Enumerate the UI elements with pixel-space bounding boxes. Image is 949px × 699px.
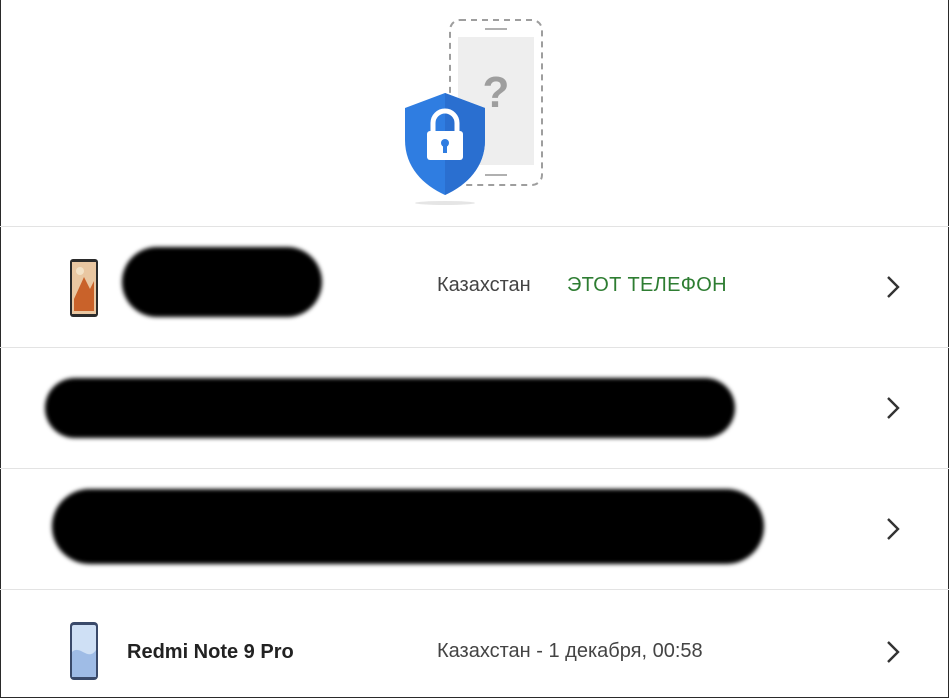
this-phone-badge: ЭТОТ ТЕЛЕФОН [567,274,727,296]
device-row[interactable] [0,468,949,589]
phone-thumbnail-icon [70,259,98,317]
shield-lock-phone-icon: ? [405,19,543,205]
device-name: Redmi Note 9 Pro [127,641,294,663]
device-row[interactable]: Redmi Note 9 Pro Казахстан - 1 декабря, … [0,589,949,699]
security-illustration: ? [0,0,949,226]
redacted-device-info [52,489,764,564]
redacted-device-name [122,247,322,317]
device-region: Казахстан [437,274,531,296]
redacted-device-info [45,378,735,438]
svg-text:?: ? [483,68,510,117]
phone-thumbnail-icon [70,622,98,680]
device-row[interactable] [0,347,949,468]
chevron-right-icon [887,518,900,540]
chevron-right-icon [887,276,900,298]
device-row-current[interactable]: Казахстан ЭТОТ ТЕЛЕФОН [0,226,949,347]
chevron-right-icon [887,397,900,419]
device-region-time: Казахстан - 1 декабря, 00:58 [437,640,703,662]
chevron-right-icon [887,641,900,663]
